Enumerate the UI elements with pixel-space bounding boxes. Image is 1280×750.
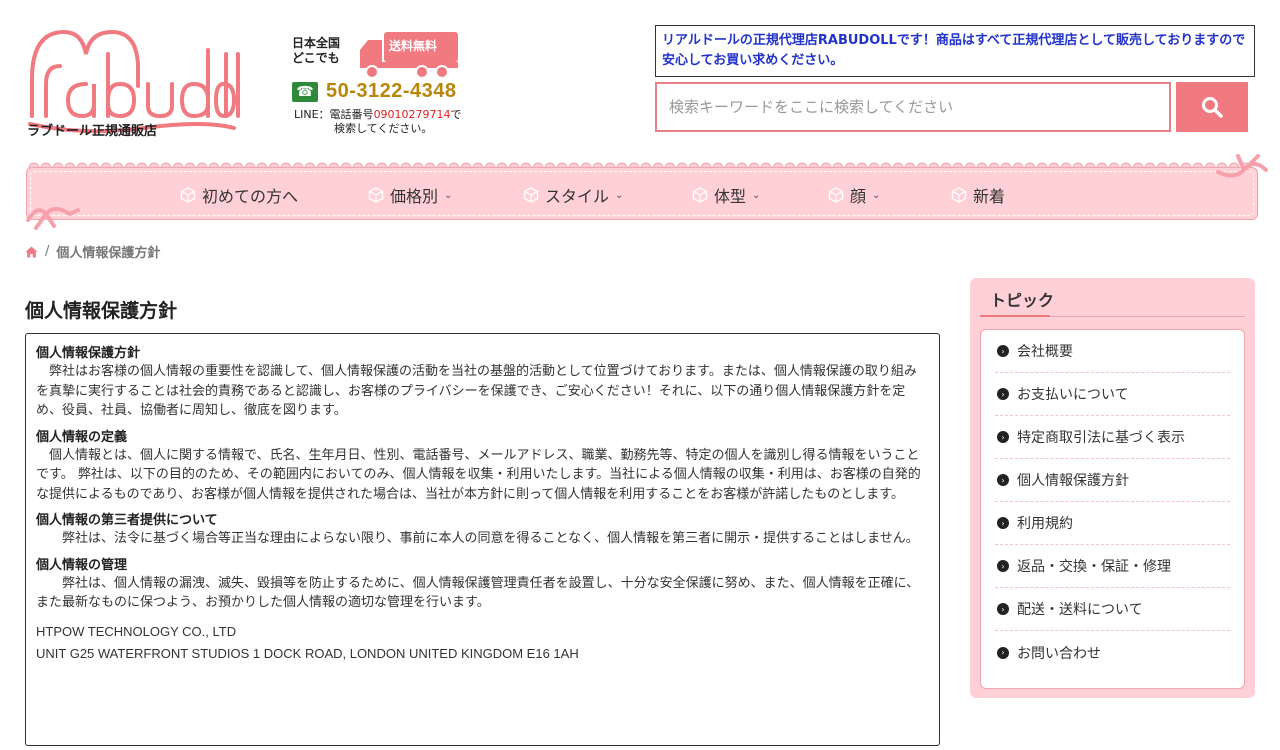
- arrow-circle-icon: ›: [997, 560, 1009, 572]
- arrow-circle-icon: ›: [997, 345, 1009, 357]
- promo-line-2: どこでも: [292, 51, 340, 65]
- search-input[interactable]: [655, 82, 1171, 132]
- nav-item-price[interactable]: 価格別 ⌄: [368, 183, 452, 207]
- sidebar-item-privacy[interactable]: › 個人情報保護方針: [995, 459, 1230, 502]
- shipping-promo: 日本全国 どこでも 送料無料 ☎ 50-3122-4348 LINE：電話番号0…: [286, 30, 486, 140]
- sidebar-title: トピック: [990, 291, 1055, 310]
- free-shipping-label: 送料無料: [389, 39, 438, 53]
- sidebar-item-company[interactable]: › 会社概要: [995, 330, 1230, 373]
- search-button[interactable]: [1176, 82, 1248, 132]
- section-body: 個人情報とは、個人に関する情報で、氏名、生年月日、性別、電話番号、メールアドレス…: [36, 447, 921, 502]
- sidebar-item-label: 利用規約: [1017, 516, 1073, 532]
- section-heading: 個人情報の管理: [36, 557, 128, 573]
- sidebar-item-returns[interactable]: › 返品・交換・保証・修理: [995, 545, 1230, 588]
- breadcrumb: / 個人情報保護方針: [25, 242, 160, 261]
- policy-section: 個人情報の管理 弊社は、個人情報の漏洩、滅失、毀損等を防止するために、個人情報保…: [36, 558, 929, 613]
- nav-label: 新着: [973, 187, 1006, 206]
- cube-icon: [180, 187, 196, 203]
- sidebar-item-label: 配送・送料について: [1017, 602, 1143, 618]
- logo-subtitle: ラブドール正規通販店: [27, 124, 158, 139]
- search-icon: [1202, 97, 1223, 118]
- breadcrumb-current: 個人情報保護方針: [56, 246, 161, 261]
- phone-icon: ☎: [292, 82, 318, 102]
- section-heading: 個人情報の第三者提供について: [36, 513, 218, 528]
- chevron-down-icon: ⌄: [615, 189, 624, 201]
- nav-label: 体型: [714, 187, 747, 206]
- sidebar-item-label: 返品・交換・保証・修理: [1017, 559, 1171, 575]
- nav-item-new[interactable]: 新着: [951, 183, 1005, 207]
- chevron-down-icon: ⌄: [872, 189, 881, 201]
- section-heading: 個人情報の定義: [36, 429, 128, 445]
- dealer-notice: リアルドールの正規代理店RABUDOLLです！商品はすべて正規代理店として販売し…: [655, 25, 1255, 77]
- promo-line-1: 日本全国: [292, 36, 341, 50]
- sidebar-item-shipping[interactable]: › 配送・送料について: [995, 588, 1230, 631]
- nav-label: 顔: [850, 187, 867, 206]
- breadcrumb-separator: /: [45, 244, 50, 259]
- arrow-circle-icon: ›: [997, 474, 1009, 486]
- nav-item-style[interactable]: スタイル ⌄: [523, 183, 623, 207]
- cube-icon: [523, 187, 539, 203]
- arrow-circle-icon: ›: [997, 431, 1009, 443]
- phone-number[interactable]: 50-3122-4348: [326, 80, 457, 103]
- line-info-2: 検索してください。: [334, 122, 433, 135]
- nav-label: スタイル: [545, 187, 610, 206]
- company-address: UNIT G25 WATERFRONT STUDIOS 1 DOCK ROAD,…: [36, 645, 579, 661]
- section-body: 弊社はお客様の個人情報の重要性を認識して、個人情報保護の活動を当社の基盤的活動と…: [36, 364, 917, 418]
- line-info: LINE：電話番号09010279714で 検索してください。: [294, 108, 494, 136]
- nav-item-face[interactable]: 顔 ⌄: [828, 183, 880, 207]
- policy-section: 個人情報の定義 個人情報とは、個人に関する情報で、氏名、生年月日、性別、電話番号…: [36, 430, 929, 505]
- topic-sidebar: トピック › 会社概要 › お支払いについて › 特定商取引法に基づく表示 › …: [970, 278, 1255, 698]
- sidebar-item-contact[interactable]: › お問い合わせ: [995, 631, 1230, 674]
- sidebar-item-payment[interactable]: › お支払いについて: [995, 373, 1230, 416]
- cube-icon: [692, 187, 708, 203]
- cube-icon: [368, 187, 384, 203]
- chevron-down-icon: ⌄: [752, 189, 761, 201]
- line-number: 09010279714: [373, 108, 451, 121]
- sidebar-item-label: 会社概要: [1017, 344, 1073, 360]
- arrow-circle-icon: ›: [997, 646, 1009, 659]
- nav-label: 初めての方へ: [202, 187, 299, 206]
- line-suffix: で: [450, 108, 462, 121]
- policy-section: 個人情報保護方針 弊社はお客様の個人情報の重要性を認識して、個人情報保護の活動を…: [36, 346, 929, 421]
- nav-label: 価格別: [390, 187, 439, 206]
- sidebar-item-label: 特定商取引法に基づく表示: [1017, 430, 1185, 446]
- sidebar-item-label: お問い合わせ: [1017, 645, 1101, 662]
- arrow-circle-icon: ›: [997, 517, 1009, 529]
- policy-content: 個人情報保護方針 弊社はお客様の個人情報の重要性を認識して、個人情報保護の活動を…: [25, 333, 940, 746]
- sidebar-item-legal-notice[interactable]: › 特定商取引法に基づく表示: [995, 416, 1230, 459]
- cube-icon: [951, 187, 967, 203]
- ribbon-bow-right: [1216, 154, 1268, 178]
- sidebar-item-label: 個人情報保護方針: [1017, 473, 1129, 489]
- page-title: 個人情報保護方針: [25, 300, 178, 322]
- sidebar-divider: [1050, 316, 1245, 317]
- nav-item-first-time[interactable]: 初めての方へ: [180, 183, 298, 207]
- line-prefix: LINE：電話番号: [294, 108, 374, 121]
- sidebar-item-label: お支払いについて: [1017, 387, 1129, 403]
- ribbon-bow-left: [26, 207, 80, 230]
- nav-item-body-type[interactable]: 体型 ⌄: [692, 183, 760, 207]
- sidebar-item-terms[interactable]: › 利用規約: [995, 502, 1230, 545]
- chevron-down-icon: ⌄: [444, 189, 453, 201]
- section-body: 弊社は、個人情報の漏洩、滅失、毀損等を防止するために、個人情報保護管理責任者を設…: [36, 575, 920, 611]
- sidebar-title-underline: [980, 315, 1050, 317]
- section-heading: 個人情報保護方針: [36, 346, 141, 361]
- sidebar-list: › 会社概要 › お支払いについて › 特定商取引法に基づく表示 › 個人情報保…: [980, 329, 1245, 689]
- home-icon[interactable]: [25, 246, 38, 258]
- cube-icon: [828, 187, 844, 203]
- arrow-circle-icon: ›: [997, 388, 1009, 400]
- section-body: 弊社は、法令に基づく場合等正当な理由によらない限り、事前に本人の同意を得ることな…: [36, 531, 919, 546]
- arrow-circle-icon: ›: [997, 603, 1009, 615]
- company-name: HTPOW TECHNOLOGY CO., LTD: [36, 623, 237, 639]
- policy-section: 個人情報の第三者提供について 弊社は、法令に基づく場合等正当な理由によらない限り…: [36, 513, 929, 549]
